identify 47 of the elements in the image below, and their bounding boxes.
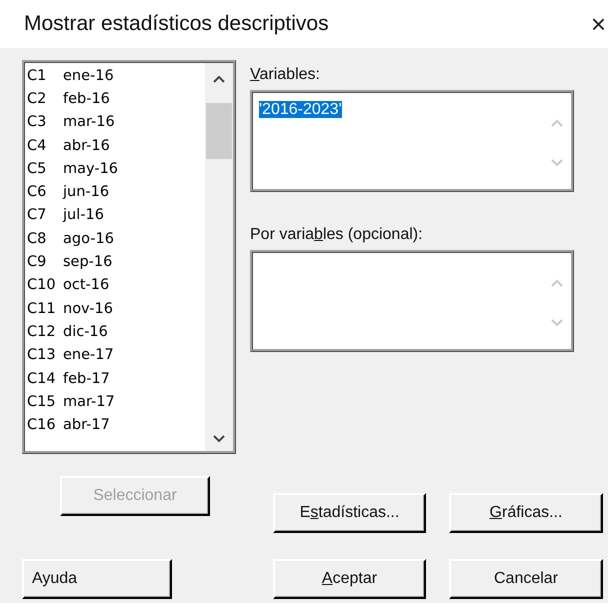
column-name[interactable]: sep-16 xyxy=(63,254,112,270)
column-id[interactable]: C12 xyxy=(27,324,63,340)
scrollbar[interactable] xyxy=(205,63,233,451)
column-name[interactable]: jun-16 xyxy=(63,184,110,200)
statistics-button[interactable]: Estadísticas... xyxy=(273,493,426,533)
column-id[interactable]: C4 xyxy=(27,138,63,154)
column-id[interactable]: C10 xyxy=(27,277,63,294)
column-id[interactable]: C6 xyxy=(27,184,63,200)
column-id[interactable]: C16 xyxy=(27,417,63,434)
column-id[interactable]: C9 xyxy=(27,254,63,270)
column-name[interactable]: feb-17 xyxy=(63,370,110,386)
column-name[interactable]: oct-16 xyxy=(63,277,110,294)
column-name[interactable]: jul-16 xyxy=(63,207,104,224)
column-id[interactable]: C13 xyxy=(27,347,63,364)
column-id[interactable]: C7 xyxy=(27,207,63,224)
column-name[interactable]: ene-17 xyxy=(63,347,114,364)
column-id[interactable]: C2 xyxy=(27,90,63,107)
column-name[interactable]: mar-17 xyxy=(63,394,115,410)
column-id[interactable]: C5 xyxy=(27,160,63,177)
cancel-button[interactable]: Cancelar xyxy=(449,559,603,599)
column-id[interactable]: C8 xyxy=(27,230,63,247)
variables-value: '2016-2023' xyxy=(259,101,342,118)
close-button[interactable]: × xyxy=(590,11,606,37)
column-name[interactable]: abr-17 xyxy=(63,417,110,434)
column-id[interactable]: C14 xyxy=(27,370,63,386)
column-name[interactable]: ago-16 xyxy=(63,230,114,247)
column-id[interactable]: C1 xyxy=(27,68,63,84)
column-name[interactable]: dic-16 xyxy=(63,324,108,340)
column-list[interactable]: C1 ene-16 C2 feb-16 C3 mar-16 C4 abr-16 C5 may-16 C6 jun-16 C7 jul-16 C8 ago-16 C9 sep-16 C10 oct-16 C11 nov-16 C12 dic-16 C13 ene-17 C14 feb-17 C15 mar-17 C16 abr-17 xyxy=(22,60,236,454)
by-variables-label: Por variables (opcional): xyxy=(250,226,424,244)
variables-label: Variables: xyxy=(250,66,321,84)
column-name[interactable]: mar-16 xyxy=(63,114,115,130)
column-name[interactable]: abr-16 xyxy=(63,138,110,154)
column-name[interactable]: feb-16 xyxy=(63,90,110,107)
column-name[interactable]: may-16 xyxy=(63,160,118,177)
column-id[interactable]: C15 xyxy=(27,394,63,410)
column-name[interactable]: ene-16 xyxy=(63,68,114,84)
scroll-down-icon[interactable] xyxy=(213,435,225,443)
scroll-thumb[interactable] xyxy=(206,103,232,159)
column-name[interactable]: nov-16 xyxy=(63,300,113,317)
column-id[interactable]: C3 xyxy=(27,114,63,130)
ok-button[interactable]: Aceptar xyxy=(273,559,426,599)
help-button[interactable]: Ayuda xyxy=(22,559,172,599)
graphs-button[interactable]: Gráficas... xyxy=(449,493,603,533)
column-id[interactable]: C11 xyxy=(27,300,63,317)
scroll-up-icon[interactable] xyxy=(213,75,225,83)
window-title: Mostrar estadísticos descriptivos xyxy=(24,12,329,36)
